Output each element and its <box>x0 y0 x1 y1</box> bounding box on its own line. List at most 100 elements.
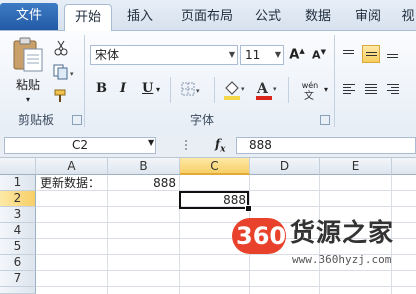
icon-line <box>391 87 399 88</box>
scissors-icon <box>54 40 68 56</box>
phonetic-wen-label: wén <box>301 80 319 90</box>
cell-a1[interactable]: 更新数据： <box>40 175 100 191</box>
align-bottom-icon <box>387 54 398 55</box>
svg-text:▾: ▾ <box>196 87 200 95</box>
formula-controls <box>166 137 208 154</box>
watermark-url: www.360hyzj.com <box>292 253 392 266</box>
tab-data[interactable]: 数据 <box>296 4 340 30</box>
font-name-combo[interactable]: 宋体 ▼ <box>90 45 238 65</box>
row-header-7[interactable]: 7 <box>0 271 36 287</box>
fill-handle[interactable] <box>245 205 252 212</box>
phonetic-button[interactable]: wén 文 <box>296 77 324 103</box>
row-header-4[interactable]: 4 <box>0 223 36 239</box>
tab-home[interactable]: 开始 <box>64 4 112 32</box>
align-left-button[interactable] <box>340 81 358 99</box>
copy-button[interactable]: ▾ <box>52 63 78 81</box>
align-bottom-button[interactable] <box>384 45 402 63</box>
paste-button[interactable]: 粘贴 ▾ <box>10 37 46 109</box>
align-right-button[interactable] <box>384 81 402 99</box>
cell-b1[interactable]: 888 <box>110 175 176 191</box>
gridline <box>36 270 416 271</box>
separator <box>288 77 289 103</box>
formula-value: 888 <box>249 138 272 152</box>
shrink-font-icon: A▼ <box>312 48 326 62</box>
clipboard-launcher-icon[interactable] <box>72 115 82 125</box>
svg-text:文: 文 <box>304 90 314 100</box>
gridline <box>36 286 416 287</box>
chevron-down-icon: ▼ <box>228 50 235 59</box>
tab-view[interactable]: 视 <box>396 4 416 30</box>
formula-input[interactable]: 888 <box>236 137 416 154</box>
ribbon-tab-bar: 文件 开始 插入 页面布局 公式 数据 审阅 视 <box>0 0 416 32</box>
brush-icon <box>54 89 66 102</box>
align-top-icon-line <box>343 53 354 54</box>
shrink-font-button[interactable]: A▼ <box>310 45 328 65</box>
font-size-combo[interactable]: 11 ▼ <box>240 45 284 65</box>
align-center-button[interactable] <box>362 81 380 99</box>
watermark-360: 360 <box>236 222 287 250</box>
paste-icon <box>13 37 43 72</box>
column-header-e[interactable]: E <box>320 158 392 175</box>
insert-function-button[interactable]: fx <box>215 137 226 154</box>
tab-review[interactable]: 审阅 <box>346 4 390 30</box>
paste-label: 粘贴 <box>15 78 40 92</box>
chevron-down-icon: ▼ <box>274 50 281 59</box>
font-group-label: 字体 <box>190 113 215 127</box>
align-bottom-icon-line <box>387 57 398 58</box>
column-header-d[interactable]: D <box>250 158 320 175</box>
bold-button[interactable]: B <box>96 81 107 96</box>
icon-line <box>365 93 377 94</box>
icon-line <box>387 90 399 91</box>
column-header-b[interactable]: B <box>108 158 180 175</box>
select-all-button[interactable] <box>0 158 36 175</box>
row-header-5[interactable]: 5 <box>0 239 36 255</box>
row-header-8[interactable] <box>0 287 36 294</box>
align-middle-button[interactable] <box>362 45 380 63</box>
phonetic-icon: 文 <box>304 90 314 100</box>
chevron-down-icon: ▾ <box>25 95 30 104</box>
tab-page-layout[interactable]: 页面布局 <box>172 4 242 30</box>
border-button[interactable]: ▾ <box>180 81 202 99</box>
group-divider <box>334 35 335 127</box>
row-header-3[interactable]: 3 <box>0 207 36 223</box>
watermark-text: 货源之家 <box>290 218 395 247</box>
name-box[interactable]: C2 <box>4 137 156 154</box>
grow-font-button[interactable]: A▲ <box>288 45 306 65</box>
copy-icon: ▾ <box>53 64 74 80</box>
ribbon-home: 粘贴 ▾ ▾ 剪贴板 宋体 ▼ 11 ▼ A▲ A▼ B I U ▾ ▾ ▾ A… <box>0 31 416 136</box>
row-header-6[interactable]: 6 <box>0 255 36 271</box>
cut-button[interactable] <box>52 39 70 57</box>
icon-line <box>343 93 351 94</box>
align-center-icon <box>365 84 377 85</box>
font-size-value: 11 <box>245 48 261 62</box>
column-header-a[interactable]: A <box>36 158 108 175</box>
clipboard-group-label: 剪贴板 <box>18 113 55 127</box>
formula-bar: C2 ▼ fx 888 <box>0 135 416 158</box>
font-color-button[interactable]: A ▾ <box>254 79 280 101</box>
format-painter-button[interactable] <box>52 87 70 105</box>
border-icon: ▾ <box>181 82 200 96</box>
fill-color-button[interactable]: ▾ <box>222 79 248 101</box>
chevron-down-icon: ▼ <box>148 138 155 147</box>
row-header-2[interactable]: 2 <box>0 191 36 207</box>
tab-insert[interactable]: 插入 <box>116 4 164 30</box>
svg-text:▾: ▾ <box>241 85 245 93</box>
group-divider <box>84 35 85 127</box>
icon-line <box>365 90 377 91</box>
row-header-1[interactable]: 1 <box>0 175 36 191</box>
font-launcher-icon[interactable] <box>320 115 330 125</box>
column-header-f[interactable] <box>392 158 416 175</box>
align-middle-icon-line <box>366 55 377 56</box>
icon-line <box>391 93 399 94</box>
align-top-button[interactable] <box>340 45 358 63</box>
font-color-icon: A ▾ <box>256 81 277 100</box>
tab-formulas[interactable]: 公式 <box>246 4 290 30</box>
svg-text:▾: ▾ <box>273 85 277 93</box>
underline-button[interactable]: U <box>142 81 153 96</box>
italic-button[interactable]: I <box>120 81 126 96</box>
paint-bucket-icon: ▾ <box>224 81 245 100</box>
column-header-c[interactable]: C <box>180 158 250 175</box>
chevron-down-icon: ▾ <box>324 85 329 94</box>
tab-file[interactable]: 文件 <box>0 3 58 30</box>
icon-line <box>343 87 351 88</box>
